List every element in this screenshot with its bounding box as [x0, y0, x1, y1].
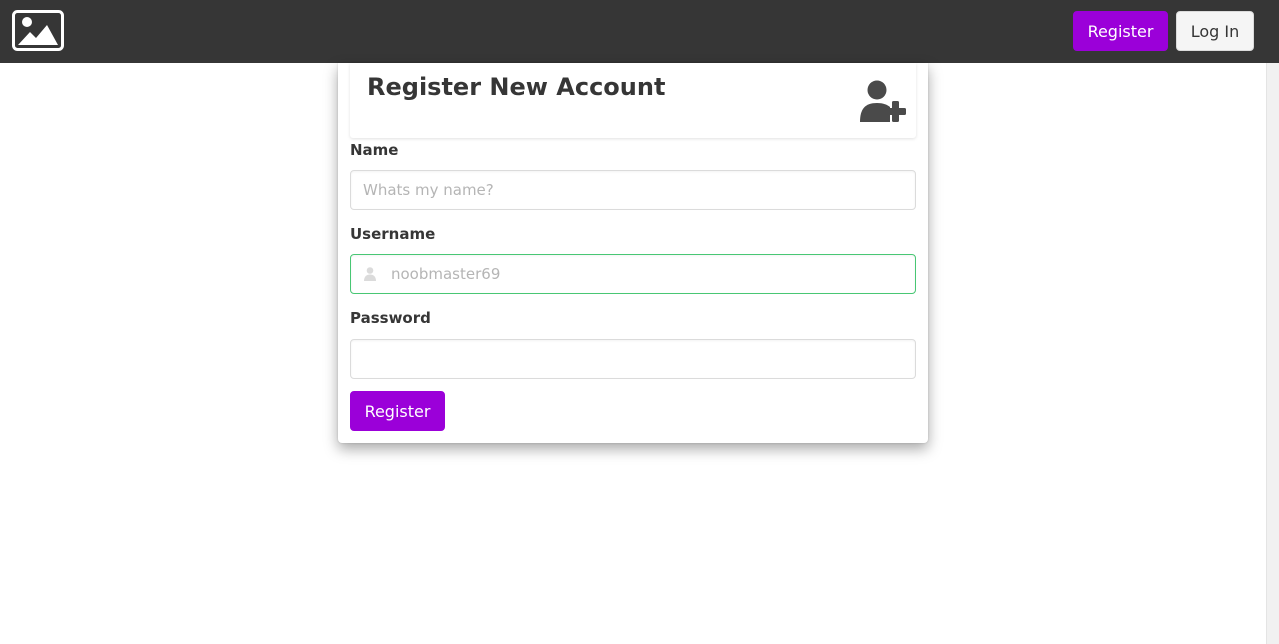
- name-field[interactable]: [350, 170, 916, 210]
- name-label: Name: [350, 141, 399, 159]
- image-icon[interactable]: [12, 10, 64, 51]
- page-title: Register New Account: [367, 73, 666, 101]
- username-label: Username: [350, 225, 436, 243]
- page-scrollbar[interactable]: [1266, 63, 1279, 644]
- password-label: Password: [350, 309, 431, 327]
- top-navbar: Register Log In: [0, 0, 1279, 63]
- user-icon: [364, 267, 376, 281]
- nav-login-button[interactable]: Log In: [1176, 11, 1254, 51]
- nav-register-button[interactable]: Register: [1073, 11, 1168, 51]
- username-field[interactable]: [350, 254, 916, 294]
- register-submit-button[interactable]: Register: [350, 391, 445, 431]
- user-plus-icon: [860, 80, 906, 122]
- card-header: Register New Account: [350, 63, 916, 138]
- register-card: Register New Account Name Username Passw…: [338, 63, 928, 443]
- password-field[interactable]: [350, 339, 916, 379]
